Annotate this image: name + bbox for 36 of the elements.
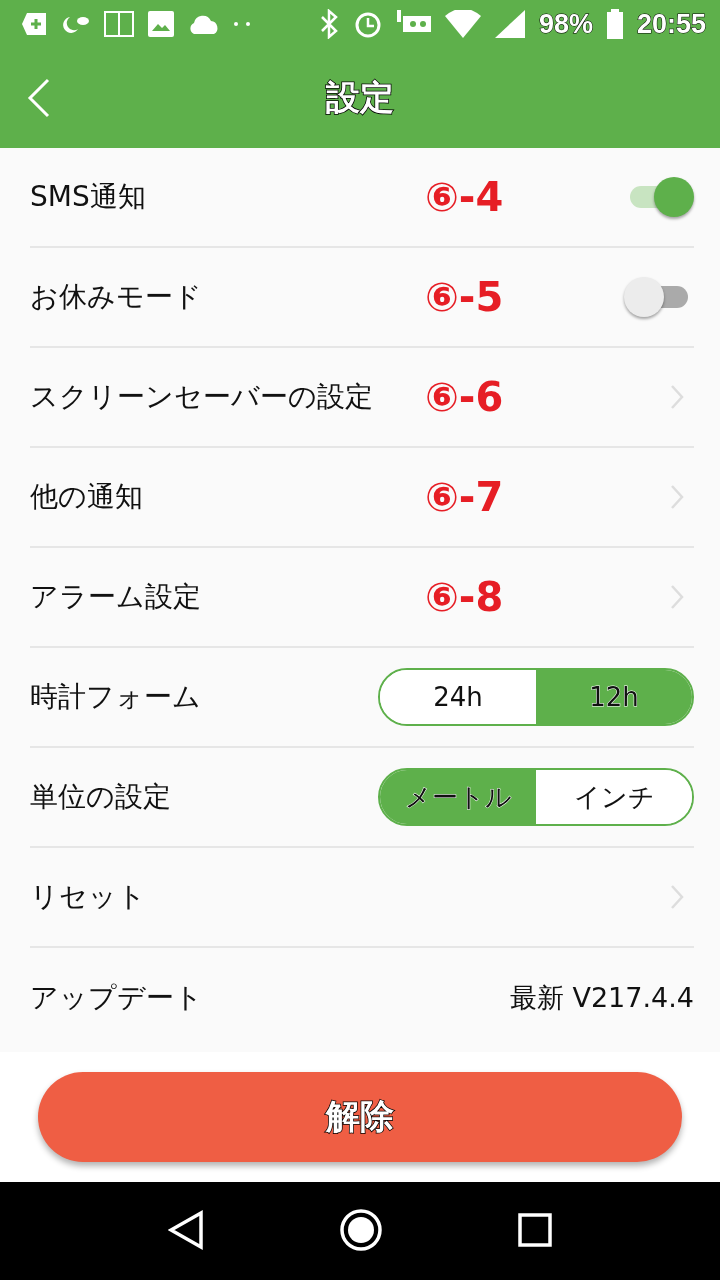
cloud-icon [188, 14, 220, 34]
chevron-icon [670, 384, 684, 410]
recents-icon[interactable] [518, 1212, 553, 1250]
wifi-icon [444, 10, 481, 38]
chevron-icon [670, 584, 684, 610]
setting-label: リセット [30, 879, 146, 915]
segment-option[interactable]: インチ [536, 770, 692, 824]
setting-label: SMS通知 [30, 179, 146, 215]
bluetooth-icon [318, 9, 339, 39]
back-icon[interactable] [167, 1209, 204, 1253]
image-icon [148, 11, 174, 37]
battery-icon [606, 9, 623, 39]
chevron-icon [670, 884, 684, 910]
battery-percent: 98% [538, 8, 593, 40]
annotation-label: ⑥-7 [425, 474, 504, 520]
setting-label: お休みモード [30, 279, 202, 315]
signal-icon [494, 10, 525, 38]
segment-option[interactable]: 12h [536, 670, 692, 724]
version-text: 最新 V217.4.4 [509, 981, 694, 1015]
setting-label: スクリーンセーバーの設定 [30, 379, 373, 415]
annotation-label: ⑥-5 [425, 274, 504, 320]
segment-option[interactable]: メートル [380, 770, 536, 824]
setting-label: アラーム設定 [30, 579, 201, 615]
app-icon [22, 13, 46, 35]
annotation-label: ⑥-6 [425, 374, 504, 420]
annotation-label: ⑥-8 [425, 574, 504, 620]
annotation-label: ⑥-4 [425, 174, 504, 220]
chevron-icon [670, 484, 684, 510]
setting-label: 他の通知 [30, 479, 143, 515]
clock-time: 20:55 [636, 8, 706, 40]
segment-option[interactable]: 24h [380, 670, 536, 724]
dots-icon [234, 22, 250, 26]
setting-label: 単位の設定 [30, 779, 171, 815]
setting-label: 時計フォーム [30, 679, 201, 715]
screen-title: 設定 [326, 76, 394, 119]
setting-label: アップデート [30, 980, 203, 1016]
